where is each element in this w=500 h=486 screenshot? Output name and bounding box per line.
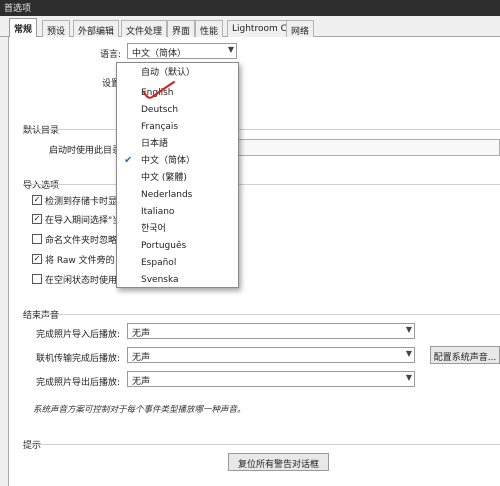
tab-performance[interactable]: 性能 [195, 20, 224, 37]
sound-tether-value: 无声 [132, 353, 151, 363]
sound-import-label: 完成照片导入后播放: [36, 330, 121, 340]
language-option-german[interactable]: Deutsch [117, 102, 238, 118]
language-select-value: 中文（简体） [132, 49, 187, 59]
language-option-label: 中文（简体） [141, 156, 196, 166]
tab-presets[interactable]: 预设 [42, 20, 71, 37]
import-option-label: 在导入期间选择"当 [45, 216, 122, 226]
reset-warning-dialogs-button[interactable]: 复位所有警告对话框 [228, 453, 329, 471]
language-option-japanese[interactable]: 日本語 [117, 136, 238, 152]
chevron-down-icon: ▼ [405, 325, 412, 334]
window-title: 首选项 [4, 4, 32, 14]
default-catalog-select[interactable] [238, 139, 500, 156]
language-option-french[interactable]: Français [117, 119, 238, 135]
language-label: 语言: [100, 50, 122, 60]
end-sounds-divider [23, 314, 500, 315]
checkmark-icon: ✔ [124, 155, 133, 166]
language-option-dutch[interactable]: Nederlands [117, 187, 238, 203]
tab-file-handling[interactable]: 文件处理 [121, 20, 168, 37]
checkbox-show-import-dialog[interactable]: ✓ [32, 195, 42, 205]
language-option-swedish[interactable]: Svenska [117, 272, 238, 288]
chevron-down-icon: ▼ [227, 45, 234, 54]
sound-export-value: 无声 [132, 377, 151, 387]
import-option-label: 将 Raw 文件旁的 [45, 256, 115, 266]
checkbox-select-current-collection[interactable]: ✓ [32, 214, 42, 224]
language-option-spanish[interactable]: Español [117, 255, 238, 271]
tab-interface[interactable]: 界面 [167, 20, 196, 37]
sound-scheme-note: 系统声音方案可控制对于每个事件类型播放哪一种声音。 [33, 405, 246, 415]
import-option-label: 检测到存储卡时显 [45, 197, 118, 207]
sound-import-select[interactable]: 无声 ▼ [127, 323, 415, 339]
checkbox-replace-embedded-previews[interactable] [32, 274, 42, 284]
sound-export-label: 完成照片导出后播放: [36, 378, 121, 388]
checkbox-ignore-camera-folder-names[interactable] [32, 234, 42, 244]
import-options-divider [23, 184, 500, 185]
tab-strip: 常规 预设 外部编辑 文件处理 界面 性能 Lightroom CC 网络 [0, 16, 500, 38]
import-option-label: 在空闲状态时使用 [45, 276, 118, 286]
sound-import-value: 无声 [132, 329, 151, 339]
language-option-chinese-simplified[interactable]: ✔ 中文（简体） [117, 153, 238, 169]
language-option-chinese-traditional[interactable]: 中文 (繁體) [117, 170, 238, 186]
configure-system-sounds-button[interactable]: 配置系统声音... [430, 346, 500, 364]
default-catalog-label: 启动时使用此目录 [49, 146, 122, 156]
checkbox-treat-jpeg-separately[interactable]: ✓ [32, 254, 42, 264]
red-checkmark-annotation-icon [143, 81, 175, 99]
tab-external-editing[interactable]: 外部编辑 [73, 20, 120, 37]
sound-export-select[interactable]: 无声 ▼ [127, 371, 415, 387]
tab-network[interactable]: 网络 [286, 20, 315, 37]
window-titlebar: 首选项 [0, 0, 500, 16]
language-option-auto[interactable]: 自动（默认） [117, 65, 238, 81]
tips-divider [23, 444, 500, 445]
chevron-down-icon: ▼ [405, 349, 412, 358]
language-option-portuguese[interactable]: Português [117, 238, 238, 254]
language-option-italian[interactable]: Italiano [117, 204, 238, 220]
language-option-korean[interactable]: 한국어 [117, 221, 238, 237]
sound-tether-select[interactable]: 无声 ▼ [127, 347, 415, 363]
sound-tether-label: 联机传输完成后播放: [36, 354, 121, 364]
default-catalog-divider [23, 129, 500, 130]
import-option-label: 命名文件夹时忽略 [45, 236, 118, 246]
tab-general[interactable]: 常规 [9, 18, 38, 38]
chevron-down-icon: ▼ [405, 373, 412, 382]
language-select[interactable]: 中文（简体） ▼ [127, 43, 237, 59]
